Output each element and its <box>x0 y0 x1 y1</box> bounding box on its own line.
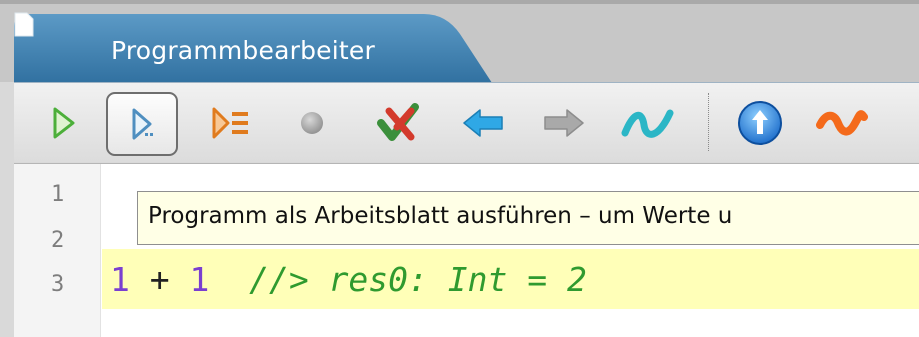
play-icon <box>53 107 75 139</box>
back-button[interactable] <box>455 95 511 151</box>
wave-button[interactable] <box>620 95 676 151</box>
stop-button[interactable] <box>284 95 340 151</box>
circle-arrow-up-icon <box>738 101 782 145</box>
squiggle-button[interactable] <box>814 95 870 151</box>
tab-strip: Programmbearbeiter <box>0 0 919 86</box>
result-comment: //> res0: Int = 2 <box>209 260 587 299</box>
clear-button[interactable] <box>370 95 426 151</box>
stop-dot-icon <box>301 112 323 134</box>
forward-button[interactable] <box>536 95 592 151</box>
code-operator: + <box>129 260 190 299</box>
line-number-gutter: 1 2 3 <box>14 164 101 337</box>
wave-icon <box>621 109 674 138</box>
code-line[interactable]: 1 + 1 //> res0: Int = 2 <box>110 260 587 299</box>
tab-title: Programmbearbeiter <box>111 36 375 65</box>
line-number: 1 <box>51 182 65 207</box>
arrow-left-icon <box>463 109 503 137</box>
tooltip: Programm als Arbeitsblatt ausführen – um… <box>137 191 919 245</box>
run-button[interactable] <box>36 95 92 151</box>
step-list-icon <box>212 107 248 139</box>
tooltip-text: Programm als Arbeitsblatt ausführen – um… <box>148 203 733 229</box>
tab-programmbearbeiter[interactable]: Programmbearbeiter <box>14 12 494 86</box>
arrow-right-icon <box>544 109 584 137</box>
run-worksheet-button[interactable] <box>106 92 178 156</box>
toolbar-separator <box>708 93 711 151</box>
code-editor[interactable]: 1 2 3 1 + 1 //> res0: Int = 2 <box>14 163 919 337</box>
check-cross-icon <box>377 103 419 141</box>
upload-button[interactable] <box>732 95 788 151</box>
line-number: 2 <box>51 228 65 253</box>
squiggle-icon <box>816 110 868 136</box>
toolbar <box>14 82 919 162</box>
code-number: 1 <box>189 260 210 299</box>
code-number: 1 <box>110 260 130 299</box>
run-step-list-button[interactable] <box>204 95 260 151</box>
document-icon <box>14 12 34 37</box>
line-number: 3 <box>51 272 65 297</box>
worksheet-play-icon <box>132 108 153 140</box>
